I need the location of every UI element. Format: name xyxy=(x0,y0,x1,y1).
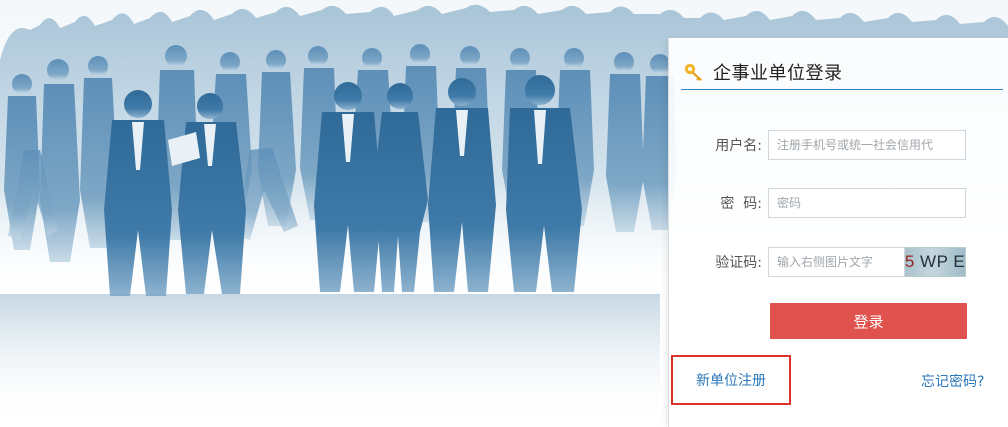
panel-title: 企事业单位登录 xyxy=(713,62,843,84)
captcha-input[interactable] xyxy=(768,247,905,277)
login-button[interactable]: 登录 xyxy=(770,303,967,339)
captcha-image[interactable]: 5 WP E xyxy=(905,247,966,277)
password-input[interactable] xyxy=(768,188,966,218)
password-row: 密 码: xyxy=(668,188,1008,218)
captcha-row: 验证码: 5 WP E xyxy=(668,247,1008,277)
username-row: 用户名: xyxy=(668,130,1008,160)
key-icon xyxy=(684,63,702,81)
username-label: 用户名: xyxy=(715,138,762,154)
password-label: 密 码: xyxy=(720,196,762,212)
username-input[interactable] xyxy=(768,130,966,160)
panel-header: 企事业单位登录 xyxy=(681,54,1003,90)
captcha-chars: WP E xyxy=(914,252,966,271)
register-highlight-box: 新单位注册 xyxy=(671,355,791,405)
captcha-char-red: 5 xyxy=(904,252,915,271)
forgot-password-link[interactable]: 忘记密码? xyxy=(921,371,984,391)
captcha-label: 验证码: xyxy=(715,255,762,271)
register-link[interactable]: 新单位注册 xyxy=(696,370,766,390)
